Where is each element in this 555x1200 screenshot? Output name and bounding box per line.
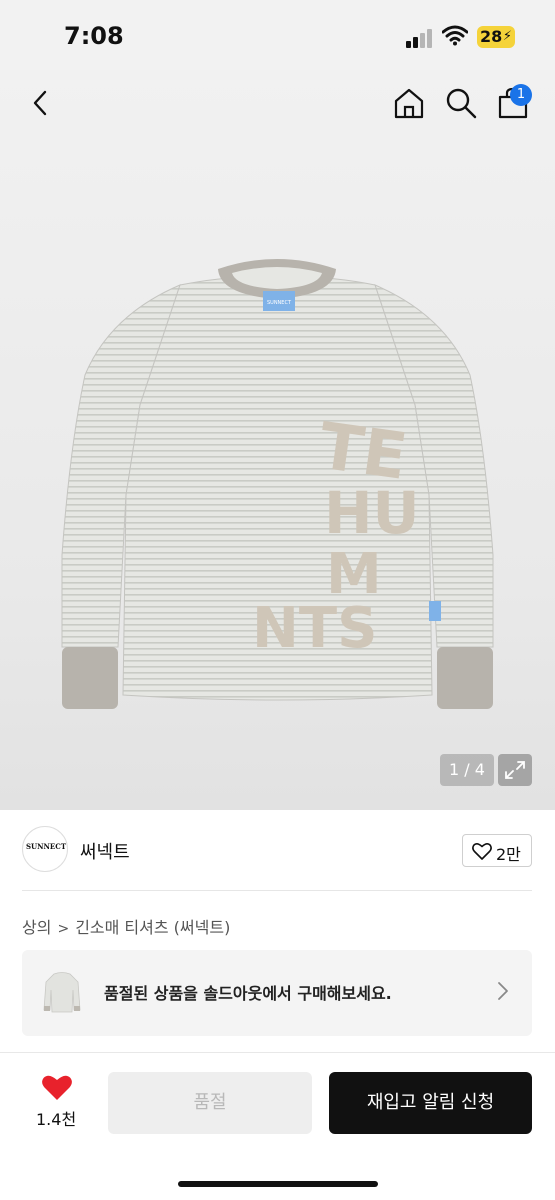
chevron-right-icon [498,982,508,1000]
wifi-icon [442,25,468,46]
product-image[interactable]: SUNNECT TE HU M NTS [40,255,515,715]
print-line-2: HU [324,479,420,547]
restock-alert-button[interactable]: 재입고 알림 신청 [329,1072,532,1134]
heart-outline-icon [472,843,492,860]
cellular-signal-icon [406,28,434,48]
status-bar: 7:08 28 ⚡ [0,0,555,70]
battery-indicator: 28 ⚡ [477,26,515,48]
search-icon[interactable] [444,86,478,120]
back-button[interactable] [26,88,56,118]
brand-like-count: 2만 [496,845,521,864]
brand-name[interactable]: 써넥트 [80,838,130,864]
image-counter: 1 / 4 [440,754,494,786]
bottom-bar-divider [0,1052,555,1053]
wishlist-count: 1.4천 [36,1110,77,1129]
chevron-right-icon: > [57,921,70,937]
breadcrumb-subcategory[interactable]: 긴소매 티셔츠 (써넥트) [75,918,230,937]
brand-like-button[interactable]: 2만 [462,834,532,867]
brand-logo[interactable]: SUNNECT [22,826,68,872]
charging-bolt-icon: ⚡ [502,29,512,44]
print-line-4: NTS [252,596,377,661]
breadcrumb: 상의 > 긴소매 티셔츠 (써넥트) [22,914,230,938]
status-time: 7:08 [64,22,124,50]
battery-level: 28 [480,27,503,46]
brand-logo-text: SUNNECT [25,842,67,851]
soldout-button[interactable]: 품절 [108,1072,312,1134]
soldout-banner-text: 품절된 상품을 솔드아웃에서 구매해보세요. [104,984,392,1003]
breadcrumb-category[interactable]: 상의 [22,918,51,937]
wishlist-heart-icon[interactable] [41,1074,73,1102]
divider [22,890,532,891]
home-indicator [178,1181,378,1187]
banner-product-thumbnail [43,972,81,1013]
home-icon[interactable] [392,86,426,120]
cart-badge: 1 [510,84,532,106]
expand-arrows-icon[interactable] [498,754,532,786]
soldout-banner[interactable]: 품절된 상품을 솔드아웃에서 구매해보세요. [22,950,532,1036]
neck-tag-label: SUNNECT [267,300,292,306]
